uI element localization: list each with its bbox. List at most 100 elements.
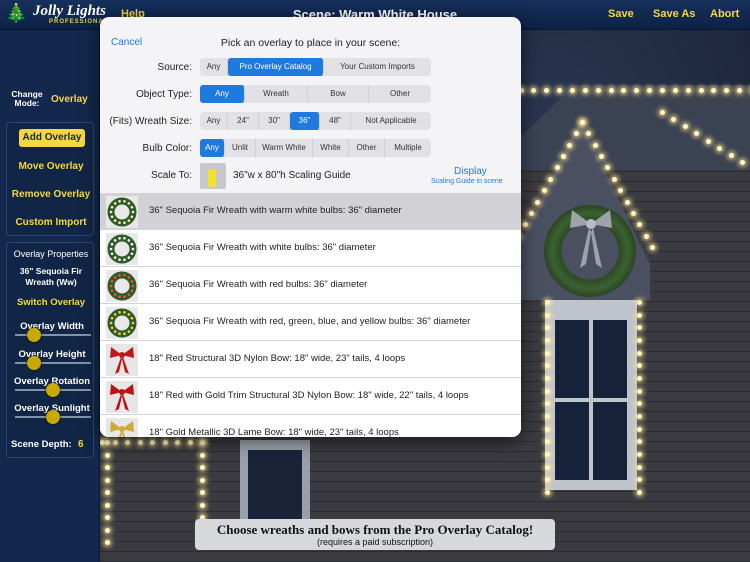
light-bulb [560, 154, 566, 160]
wreath-size-segmented-control: Any 24" 30" 36" 48" Not Applicable [200, 112, 431, 130]
light-bulb [531, 88, 537, 93]
source-option-any[interactable]: Any [200, 58, 228, 76]
wreath-size-label: (Fits) Wreath Size: [109, 116, 192, 127]
slider-knob[interactable] [46, 410, 60, 424]
wreath-thumbnail-icon [106, 233, 138, 265]
object-type-option-bow[interactable]: Bow [308, 85, 369, 103]
wreath-size-option-36[interactable]: 36" [290, 112, 320, 130]
add-overlay-button[interactable]: Add Overlay [19, 129, 85, 147]
source-option-pro-catalog[interactable]: Pro Overlay Catalog [228, 58, 324, 76]
light-bulb [175, 440, 180, 445]
light-bulb [545, 376, 550, 381]
light-bulb [105, 502, 110, 508]
wreath-size-option-30[interactable]: 30" [259, 112, 290, 130]
light-bulb [580, 120, 585, 125]
light-bulb [105, 540, 110, 545]
dialog-title: Pick an overlay to place in your scene: [220, 37, 401, 49]
list-item[interactable]: 36" Sequoia Fir Wreath with red, green, … [100, 304, 521, 341]
light-bulb [200, 440, 205, 445]
custom-import-button[interactable]: Custom Import [7, 217, 95, 228]
light-bulb [545, 426, 550, 432]
light-bulb [637, 388, 642, 394]
light-bulb [162, 440, 168, 445]
slider-knob[interactable] [27, 356, 42, 370]
light-bulb [112, 440, 118, 445]
bulb-color-option-any[interactable]: Any [200, 139, 225, 157]
list-item[interactable]: 18" Red with Gold Trim Structural 3D Nyl… [100, 378, 521, 415]
list-item[interactable]: 36" Sequoia Fir Wreath with warm white b… [100, 193, 521, 230]
light-bulb [608, 88, 614, 93]
object-type-option-other[interactable]: Other [369, 85, 431, 103]
bulb-color-option-white[interactable]: White [313, 139, 349, 157]
promo-banner-headline: Choose wreaths and bows from the Pro Ove… [216, 522, 534, 537]
overlay-list[interactable]: 36" Sequoia Fir Wreath with warm white b… [100, 193, 521, 437]
display-scaling-guide-button[interactable]: Display [454, 166, 487, 177]
bow-thumbnail-icon [106, 418, 138, 437]
light-bulb [630, 210, 636, 216]
save-as-button[interactable]: Save As [653, 8, 695, 20]
change-mode-value[interactable]: Overlay [51, 94, 88, 105]
scene-depth-value[interactable]: 6 [78, 439, 84, 450]
bulb-color-option-multiple[interactable]: Multiple [385, 139, 431, 157]
bow-thumbnail-icon [106, 344, 138, 376]
light-bulb [567, 142, 573, 148]
object-type-option-wreath[interactable]: Wreath [245, 85, 308, 103]
list-item[interactable]: 18" Red Structural 3D Nylon Bow: 18" wid… [100, 341, 521, 378]
wreath-thumbnail-icon [106, 196, 138, 228]
light-bulb [200, 477, 205, 483]
save-button[interactable]: Save [608, 8, 634, 20]
source-option-custom-imports[interactable]: Your Custom Imports [324, 58, 431, 76]
wreath-size-option-not-applicable[interactable]: Not Applicable [351, 112, 431, 130]
light-bulb [545, 350, 550, 356]
slider-knob[interactable] [46, 383, 60, 397]
light-bulb [545, 452, 550, 457]
overlay-height-slider[interactable]: Overlay Height [11, 349, 93, 371]
wreath-size-option-any[interactable]: Any [200, 112, 228, 130]
remove-overlay-button[interactable]: Remove Overlay [7, 189, 95, 200]
overlay-rotation-slider[interactable]: Overlay Rotation [11, 376, 93, 398]
list-item[interactable]: 36" Sequoia Fir Wreath with white bulbs:… [100, 230, 521, 267]
overlay-width-label: Overlay Width [20, 321, 84, 332]
scene-bow [570, 210, 612, 268]
light-bulb [637, 414, 642, 419]
list-item-label: 18" Red Structural 3D Nylon Bow: 18" wid… [149, 353, 406, 364]
wreath-thumbnail-icon [106, 307, 138, 339]
bulb-color-option-warm-white[interactable]: Warm White [256, 139, 313, 157]
object-type-label: Object Type: [136, 89, 192, 100]
light-bulb [545, 388, 550, 394]
light-bulb [150, 440, 155, 445]
bulb-color-option-other[interactable]: Other [349, 139, 385, 157]
light-bulb [200, 465, 205, 470]
overlay-properties-title: Overlay Properties [13, 249, 89, 259]
list-item[interactable]: 36" Sequoia Fir Wreath with red bulbs: 3… [100, 267, 521, 304]
slider-knob[interactable] [27, 328, 42, 342]
bulb-color-option-unlit[interactable]: Unlit [225, 139, 256, 157]
wreath-size-option-24[interactable]: 24" [228, 112, 259, 130]
abort-button[interactable]: Abort [710, 8, 739, 20]
move-overlay-button[interactable]: Move Overlay [7, 161, 95, 172]
light-bulb [685, 88, 691, 93]
light-bulb [650, 245, 655, 250]
wreath-size-option-48[interactable]: 48" [320, 112, 351, 130]
light-bulb [643, 233, 649, 239]
bulb-color-label: Bulb Color: [142, 143, 192, 154]
light-bulb [637, 464, 642, 470]
light-bulb [187, 440, 193, 445]
list-item[interactable]: 18" Gold Metallic 3D Lame Bow: 18" wide,… [100, 415, 521, 437]
light-bulb [660, 88, 665, 93]
scaling-guide-thumbnail[interactable] [200, 163, 226, 189]
object-type-segmented-control: Any Wreath Bow Other [200, 85, 431, 103]
light-bulb [105, 465, 110, 470]
overlay-width-slider[interactable]: Overlay Width [11, 321, 93, 343]
light-bulb [544, 88, 550, 93]
overlay-menu: Add Overlay Move Overlay Remove Overlay … [6, 122, 94, 236]
bulb-color-segmented-control: Any Unlit Warm White White Other Multipl… [200, 139, 431, 157]
switch-overlay-button[interactable]: Switch Overlay [7, 297, 95, 308]
object-type-option-any[interactable]: Any [200, 85, 245, 103]
light-bulb [660, 110, 665, 115]
light-bulb [637, 312, 642, 318]
overlay-sunlight-slider[interactable]: Overlay Sunlight [11, 403, 93, 425]
promo-banner[interactable]: Choose wreaths and bows from the Pro Ove… [195, 519, 555, 550]
display-scaling-guide-subtitle[interactable]: Scaling Guide in scene [431, 178, 503, 185]
light-bulb [545, 338, 550, 343]
